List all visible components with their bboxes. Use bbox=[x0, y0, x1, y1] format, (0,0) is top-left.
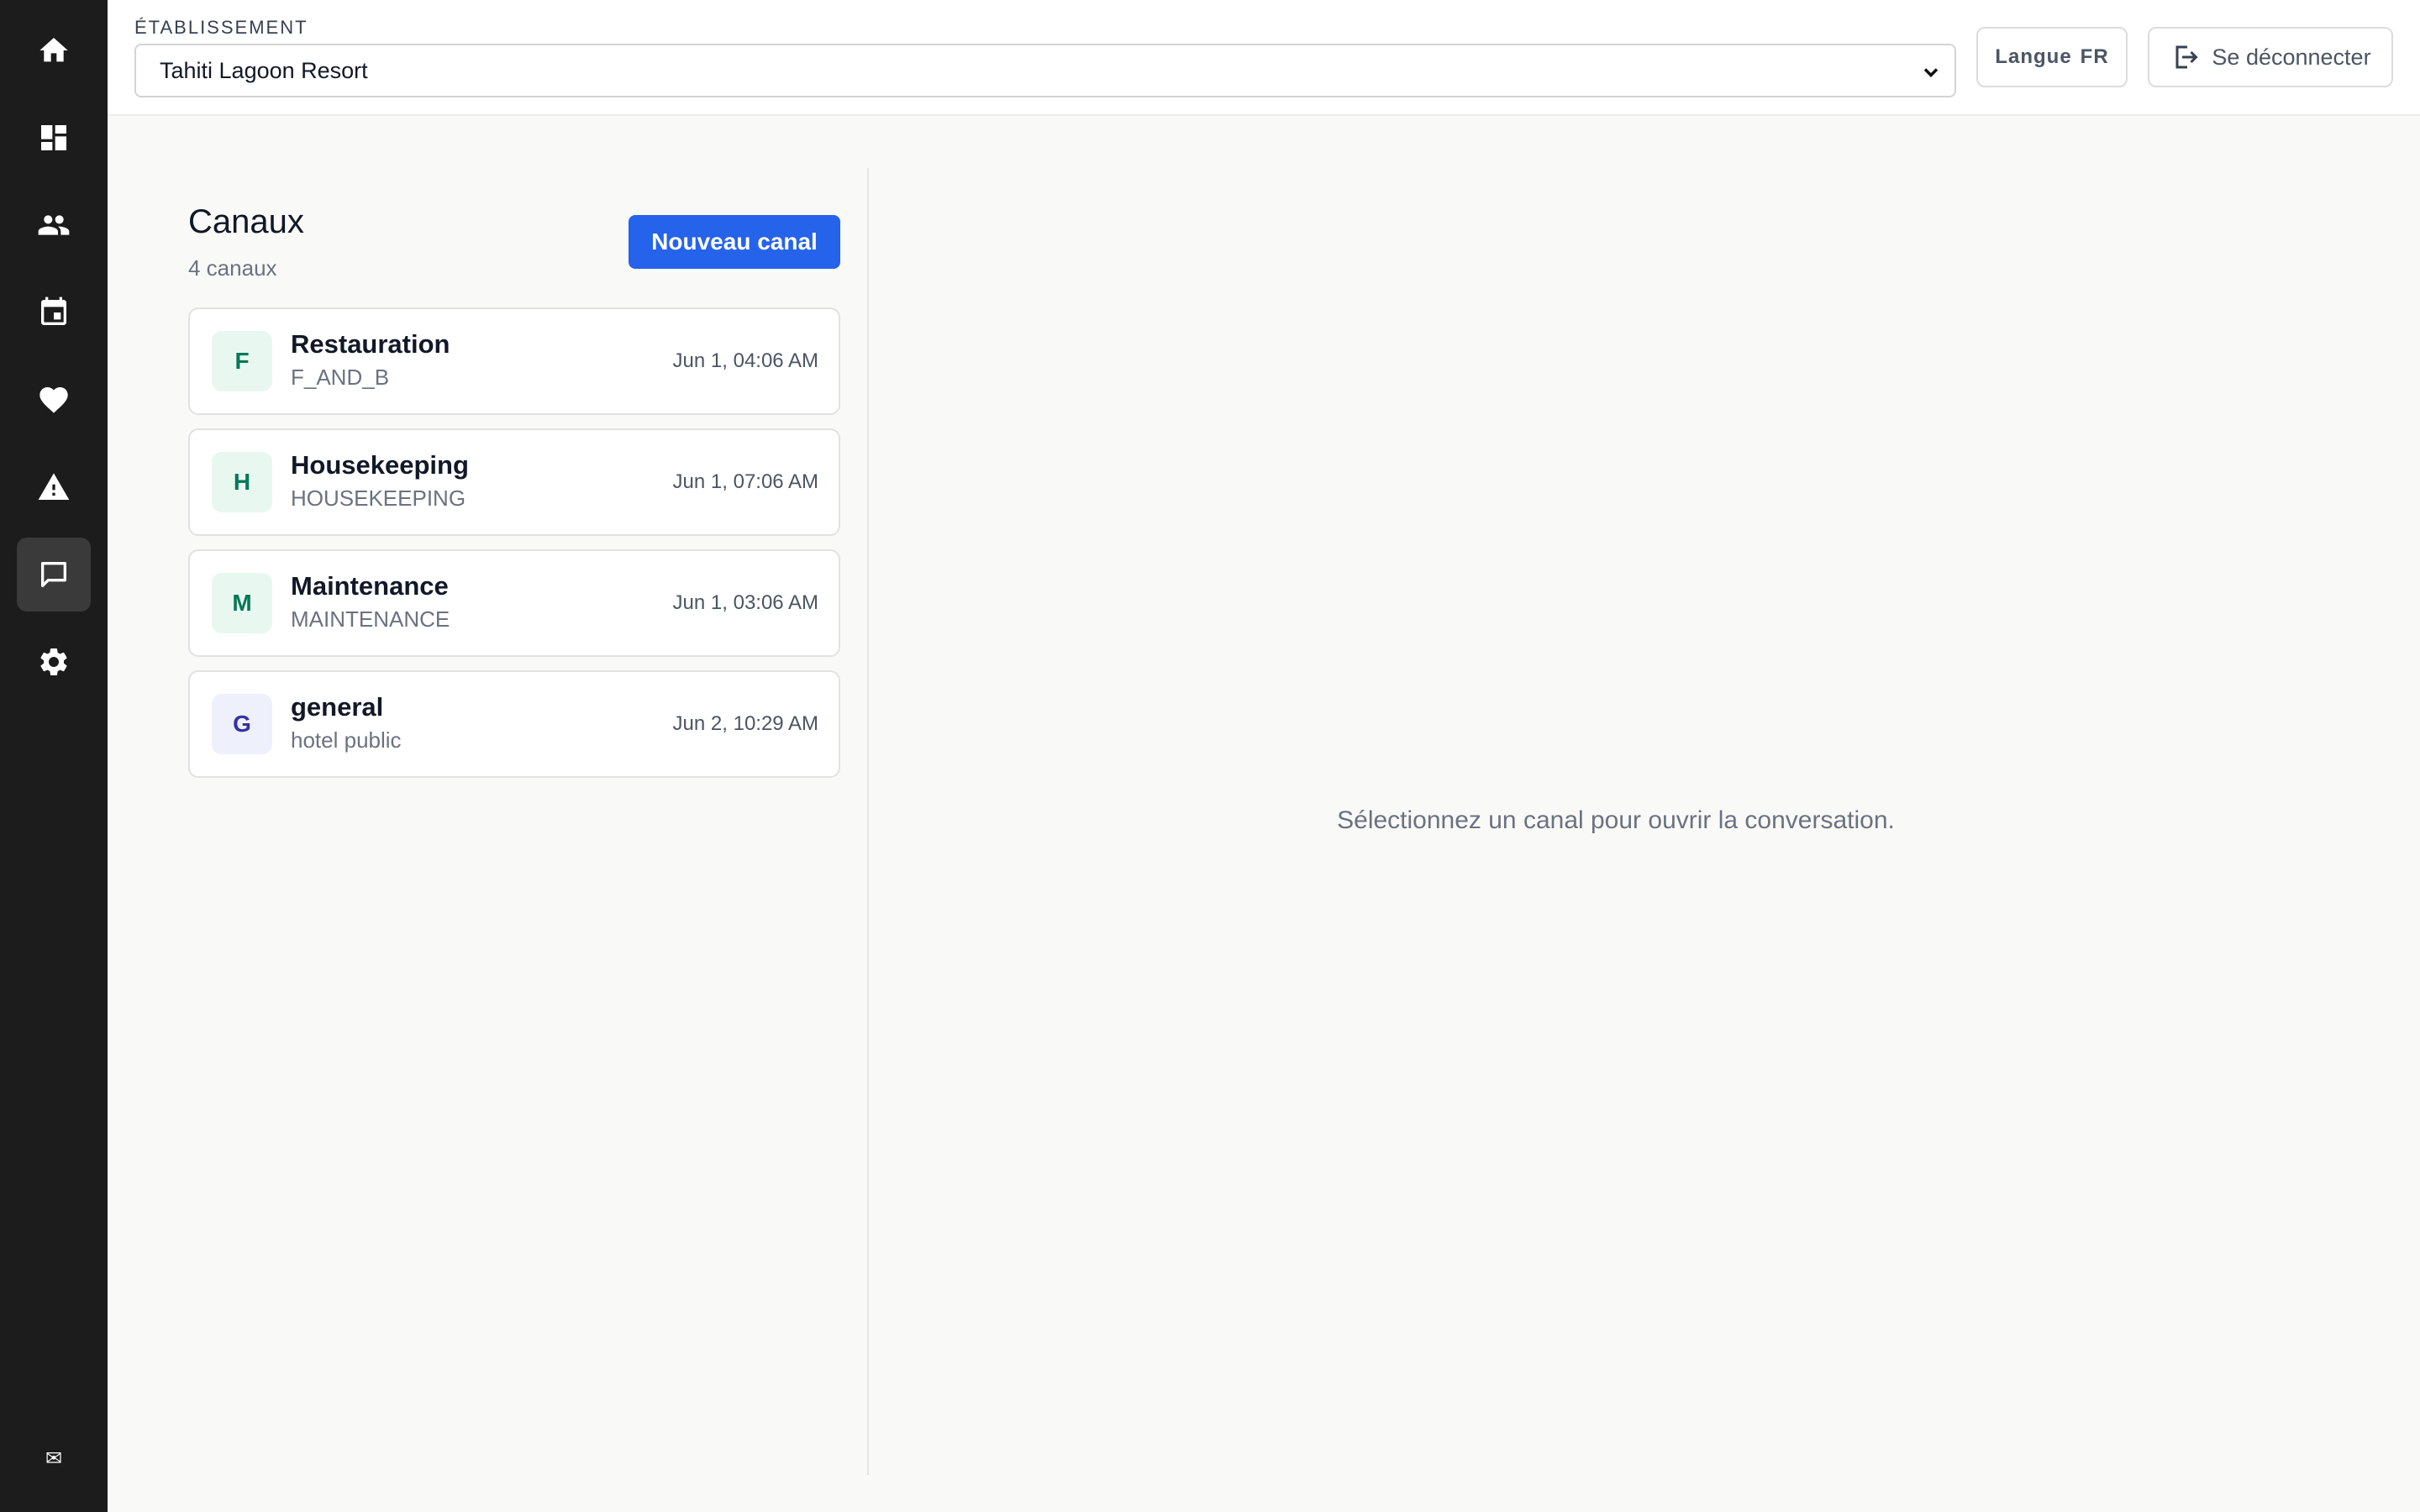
logout-icon bbox=[2175, 45, 2199, 69]
dashboard-icon bbox=[41, 125, 66, 150]
channel-item[interactable]: F Restauration F_AND_B Jun 1, 04:06 AM bbox=[188, 307, 840, 415]
channel-avatar: H bbox=[212, 452, 272, 512]
warning-icon bbox=[38, 473, 70, 500]
new-channel-button[interactable]: Nouveau canal bbox=[629, 215, 840, 269]
empty-state-message: Sélectionnez un canal pour ouvrir la con… bbox=[1337, 806, 1895, 834]
channels-title: Canaux bbox=[188, 203, 304, 240]
channel-timestamp: Jun 1, 07:06 AM bbox=[672, 470, 818, 493]
calendar-icon bbox=[41, 297, 66, 325]
home-icon bbox=[39, 38, 68, 62]
gear-icon bbox=[40, 648, 67, 675]
language-value: FR bbox=[2080, 45, 2109, 68]
language-label: Langue bbox=[1995, 45, 2072, 68]
channel-code: hotel public bbox=[291, 727, 402, 753]
channel-name: Housekeeping bbox=[291, 450, 469, 480]
heart-icon bbox=[39, 387, 68, 413]
mail-icon[interactable]: ✉ bbox=[0, 1446, 108, 1470]
language-button[interactable]: Langue FR bbox=[1976, 27, 2128, 87]
chat-icon bbox=[41, 562, 67, 587]
sidebar-item-calendar[interactable] bbox=[17, 276, 91, 349]
establishment-value: Tahiti Lagoon Resort bbox=[160, 57, 368, 83]
channel-item[interactable]: H Housekeeping HOUSEKEEPING Jun 1, 07:06… bbox=[188, 428, 840, 536]
channel-avatar: G bbox=[212, 694, 272, 754]
channel-item[interactable]: G general hotel public Jun 2, 10:29 AM bbox=[188, 670, 840, 778]
channel-item[interactable]: M Maintenance MAINTENANCE Jun 1, 03:06 A… bbox=[188, 549, 840, 657]
establishment-select[interactable]: Tahiti Lagoon Resort bbox=[134, 44, 1956, 97]
sidebar: ✉ bbox=[0, 0, 108, 1512]
channel-name: Maintenance bbox=[291, 571, 449, 601]
people-icon bbox=[38, 215, 70, 235]
chevron-down-icon bbox=[1923, 68, 1939, 77]
channel-timestamp: Jun 2, 10:29 AM bbox=[672, 712, 818, 735]
sidebar-item-settings[interactable] bbox=[17, 625, 91, 699]
channel-timestamp: Jun 1, 04:06 AM bbox=[672, 349, 818, 372]
channel-name: Restauration bbox=[291, 329, 450, 359]
channel-code: F_AND_B bbox=[291, 365, 390, 390]
logout-button[interactable]: Se déconnecter bbox=[2148, 27, 2393, 87]
sidebar-item-home[interactable] bbox=[17, 13, 91, 87]
sidebar-item-people[interactable] bbox=[17, 188, 91, 262]
sidebar-item-alerts[interactable] bbox=[17, 450, 91, 524]
app-root: ✉ ÉTABLISSEMENT Tahiti Lagoon Resort Lan… bbox=[0, 0, 2420, 1512]
establishment-label: ÉTABLISSEMENT bbox=[134, 17, 308, 38]
channel-code: HOUSEKEEPING bbox=[291, 486, 466, 511]
channel-avatar: M bbox=[212, 573, 272, 633]
logout-label: Se déconnecter bbox=[2212, 44, 2371, 70]
channel-code: MAINTENANCE bbox=[291, 606, 450, 632]
sidebar-item-favorites[interactable] bbox=[17, 363, 91, 437]
channel-avatar: F bbox=[212, 331, 272, 391]
sidebar-item-messages[interactable] bbox=[17, 538, 91, 612]
channels-count: 4 canaux bbox=[188, 255, 277, 281]
top-bar: ÉTABLISSEMENT Tahiti Lagoon Resort Langu… bbox=[108, 0, 2420, 116]
channel-name: general bbox=[291, 692, 384, 722]
channel-timestamp: Jun 1, 03:06 AM bbox=[672, 591, 818, 614]
sidebar-item-dashboard[interactable] bbox=[17, 101, 91, 175]
